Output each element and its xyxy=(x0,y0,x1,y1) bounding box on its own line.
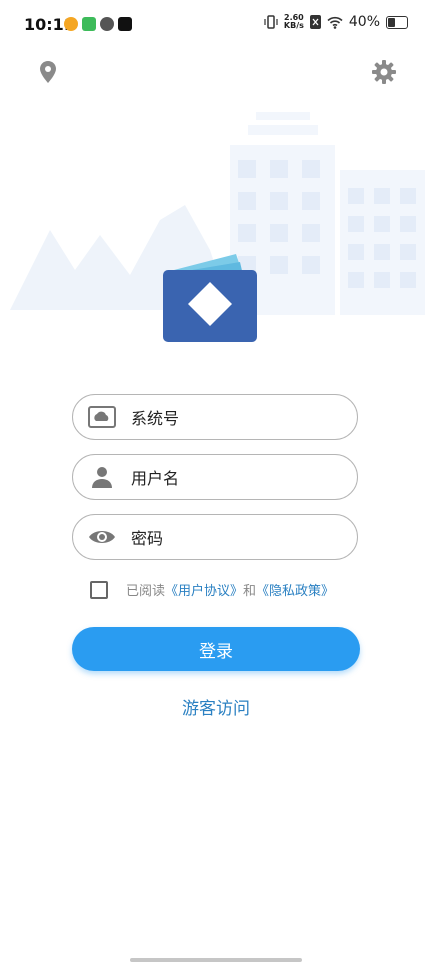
weibo-icon xyxy=(64,17,78,31)
network-speed: 2.60 KB/s xyxy=(283,13,304,30)
wechat-icon xyxy=(100,17,114,31)
vibrate-icon xyxy=(264,15,278,29)
guest-access-link[interactable]: 游客访问 xyxy=(0,694,432,719)
login-button[interactable]: 登录 xyxy=(72,627,360,671)
wifi-icon xyxy=(327,16,343,29)
app-icon xyxy=(82,17,96,31)
sim-icon xyxy=(309,15,321,29)
username-field[interactable]: 用户名 xyxy=(72,454,358,500)
privacy-policy-link[interactable]: 《隐私政策》 xyxy=(256,584,334,599)
battery-percent: 40% xyxy=(348,14,380,30)
agreement-text: 已阅读《用户协议》和《隐私政策》 xyxy=(126,584,335,599)
notification-icons xyxy=(64,17,132,31)
password-label: 密码 xyxy=(131,529,164,548)
battery-icon xyxy=(386,15,408,29)
username-label: 用户名 xyxy=(131,469,180,488)
agreement-checkbox[interactable] xyxy=(90,580,108,599)
gear-icon[interactable] xyxy=(370,58,398,86)
home-indicator xyxy=(130,958,302,962)
agreement-row: 已阅读《用户协议》和《隐私政策》 xyxy=(90,580,334,599)
system-status: 2.60 KB/s 40% xyxy=(264,14,408,30)
system-number-label: 系统号 xyxy=(131,409,180,428)
location-pin-icon[interactable] xyxy=(34,58,62,86)
password-field[interactable]: 密码 xyxy=(72,514,358,560)
user-icon xyxy=(87,462,117,492)
user-agreement-link[interactable]: 《用户协议》 xyxy=(165,584,243,599)
tiktok-icon xyxy=(118,17,132,31)
cloud-icon xyxy=(87,402,117,432)
status-bar: 10:11 2.60 KB/s 40% xyxy=(0,0,432,52)
eye-icon[interactable] xyxy=(87,522,117,552)
system-number-field[interactable]: 系统号 xyxy=(72,394,358,440)
app-logo xyxy=(163,254,257,342)
